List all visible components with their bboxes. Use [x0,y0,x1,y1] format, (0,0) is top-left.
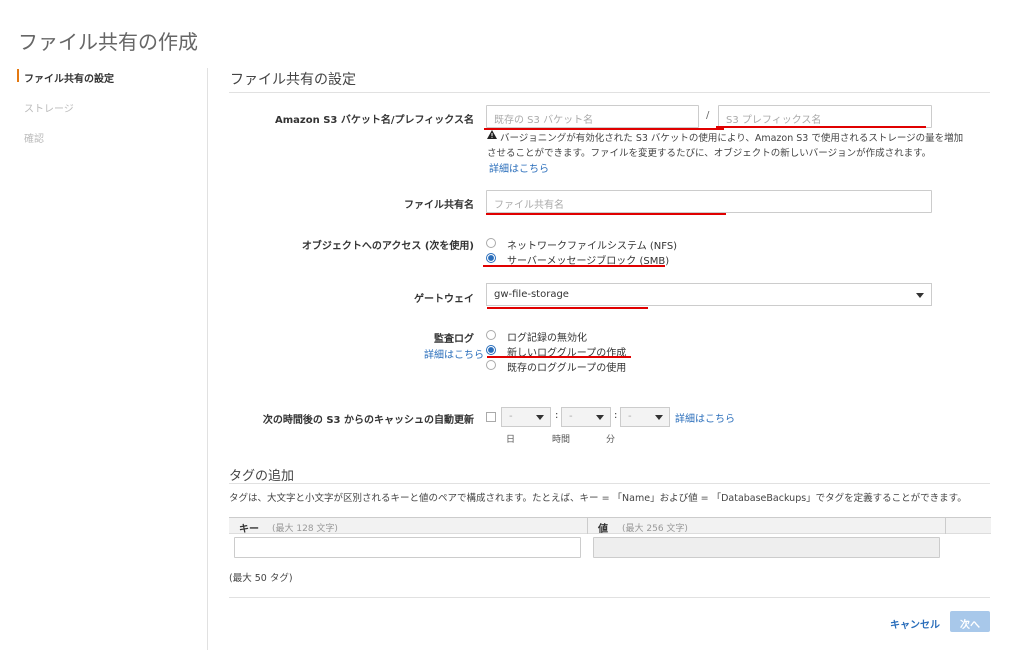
cache-minute-value: - [628,411,632,422]
prefix-name-input[interactable]: S3 プレフィックス名 [718,105,932,128]
nav-active-indicator [17,69,19,82]
cancel-button[interactable]: キャンセル [890,616,940,631]
tags-description: タグは、大文字と小文字が区別されるキーと値のペアで構成されます。たとえば、キー … [229,493,967,504]
footer-divider [229,597,990,598]
annotation-underline [486,213,726,215]
value-column-hint: (最大 256 文字) [622,524,688,534]
nav-item-file-share-settings[interactable]: ファイル共有の設定 [24,70,114,85]
section-title: ファイル共有の設定 [230,72,356,88]
chevron-down-icon [596,415,604,420]
tag-value-input[interactable] [593,537,940,558]
annotation-underline [483,265,665,267]
hour-unit-label: 時間 [552,435,571,445]
cache-hour-value: - [569,411,573,422]
cache-day-value: - [509,411,513,422]
radio-log-disabled-label: ログ記録の無効化 [507,333,587,344]
share-name-label: ファイル共有名 [404,200,474,211]
cache-day-select[interactable]: - [501,407,551,427]
column-divider [587,518,588,534]
bucket-prefix-separator: / [706,110,710,121]
gateway-select[interactable]: gw-file-storage [486,283,932,306]
radio-log-new-group[interactable] [486,345,496,355]
cache-details-link[interactable]: 詳細はこちら [675,410,735,425]
tags-table-header: キー (最大 128 文字) 値 (最大 256 文字) [229,517,991,535]
chevron-down-icon [916,293,924,298]
cache-refresh-label: 次の時間後の S3 からのキャッシュの自動更新 [262,415,474,426]
radio-nfs[interactable] [486,238,496,248]
cache-minute-select[interactable]: - [620,407,670,427]
nav-item-review[interactable]: 確認 [24,130,44,145]
next-button[interactable]: 次へ [950,611,990,632]
access-label: オブジェクトへのアクセス (次を使用) [301,241,474,252]
nav-item-storage[interactable]: ストレージ [24,100,74,115]
audit-log-details-link[interactable]: 詳細はこちら [424,346,484,361]
minute-unit-label: 分 [606,435,616,445]
value-column-header: 値 [598,524,608,535]
radio-log-existing-group[interactable] [486,360,496,370]
radio-nfs-label: ネットワークファイルシステム (NFS) [507,241,678,252]
tags-title: タグの追加 [229,469,295,484]
versioning-warning-line1: バージョニングが有効化された S3 バケットの使用により、Amazon S3 で… [500,133,964,144]
versioning-warning-line2: させることができます。ファイルを変更するたびに、オブジェクトの新しいバージョンが… [487,148,932,159]
gateway-select-value: gw-file-storage [494,289,569,300]
key-column-header: キー [239,524,259,535]
day-unit-label: 日 [506,435,516,445]
radio-log-existing-group-label: 既存のロググループの使用 [507,363,627,374]
audit-log-label: 監査ログ [434,334,474,345]
max-tags-note: (最大 50 タグ) [229,573,293,584]
gateway-label: ゲートウェイ [414,294,474,305]
cache-hour-select[interactable]: - [561,407,611,427]
annotation-underline [487,356,631,358]
chevron-down-icon [536,415,544,420]
colon-separator: : [614,410,618,421]
tags-divider [229,483,990,484]
cache-refresh-checkbox[interactable] [486,412,496,422]
section-divider [229,92,990,93]
page-title: ファイル共有の作成 [18,30,198,54]
radio-smb[interactable] [486,253,496,263]
annotation-underline [487,307,648,309]
nav-divider [207,68,208,650]
share-name-input[interactable]: ファイル共有名 [486,190,932,213]
column-divider [945,518,946,534]
bucket-label: Amazon S3 バケット名/プレフィックス名 [275,115,474,126]
bucket-name-input[interactable]: 既存の S3 バケット名 [486,105,699,128]
colon-separator: : [555,410,559,421]
radio-log-disabled[interactable] [486,330,496,340]
chevron-down-icon [655,415,663,420]
annotation-underline [716,126,926,128]
key-column-hint: (最大 128 文字) [272,524,338,534]
tag-key-input[interactable] [234,537,581,558]
warning-icon [487,130,497,139]
bucket-details-link[interactable]: 詳細はこちら [489,160,549,175]
